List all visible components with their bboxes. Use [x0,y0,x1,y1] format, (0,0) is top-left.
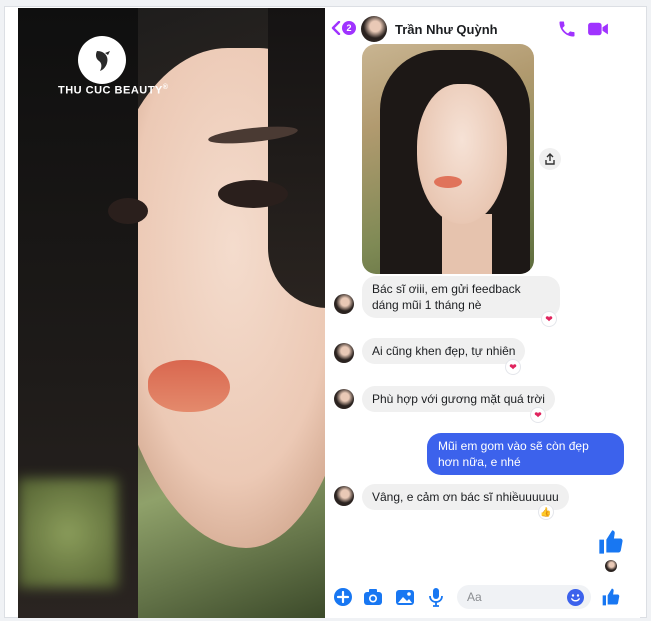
portrait-photo: THU CUC BEAUTY® [18,8,325,618]
emoji-icon [571,594,580,602]
message-bubble-incoming[interactable]: Ai cũng khen đẹp, tự nhiên [362,338,526,364]
heart-reaction[interactable]: ❤ [531,408,545,422]
back-button[interactable]: 2 [331,19,357,37]
video-camera-icon[interactable] [587,20,609,38]
message-bubble-incoming[interactable]: Bác sĩ ơiii, em gửi feedback dáng mũi 1 … [362,276,560,318]
message-bubble-outgoing[interactable]: Mũi em gom vào sẽ còn đẹp hơn nữa, e nhé [427,433,624,475]
chevron-left-icon [331,21,341,35]
sent-like-icon [599,530,623,554]
contact-avatar-small [334,294,354,314]
plus-icon[interactable] [333,587,353,607]
share-icon [545,153,555,165]
thumbs-up-reaction[interactable]: 👍 [539,505,553,519]
brand-name: THU CUC BEAUTY® [58,84,169,97]
contact-avatar-small [334,486,354,506]
contact-avatar-small [334,343,354,363]
share-button[interactable] [539,148,561,170]
brand-logo [78,36,126,84]
contact-avatar[interactable] [361,16,387,42]
phone-icon[interactable] [557,19,577,39]
heart-reaction[interactable]: ❤ [542,312,556,326]
seen-indicator-avatar [605,560,617,572]
woman-silhouette-icon [88,46,116,74]
emoji-button[interactable] [567,589,584,606]
message-bubble-incoming[interactable]: Vâng, e cảm ơn bác sĩ nhiềuuuuuu [362,484,569,510]
messenger-chat: 2 Trần Như Quỳnh Bác sĩ ơiii, em gửi fee… [325,8,640,618]
heart-reaction[interactable]: ❤ [506,360,520,374]
camera-icon[interactable] [363,587,383,607]
contact-avatar-small [334,389,354,409]
contact-name[interactable]: Trần Như Quỳnh [395,22,498,37]
message-bubble-incoming[interactable]: Phù hợp với gương mặt quá trời [362,386,555,412]
microphone-icon[interactable] [426,587,446,607]
unread-count-badge: 2 [342,21,356,35]
composer [325,582,640,612]
thumbs-up-icon[interactable] [601,587,621,607]
image-icon[interactable] [395,587,415,607]
shared-photo[interactable] [362,44,534,274]
